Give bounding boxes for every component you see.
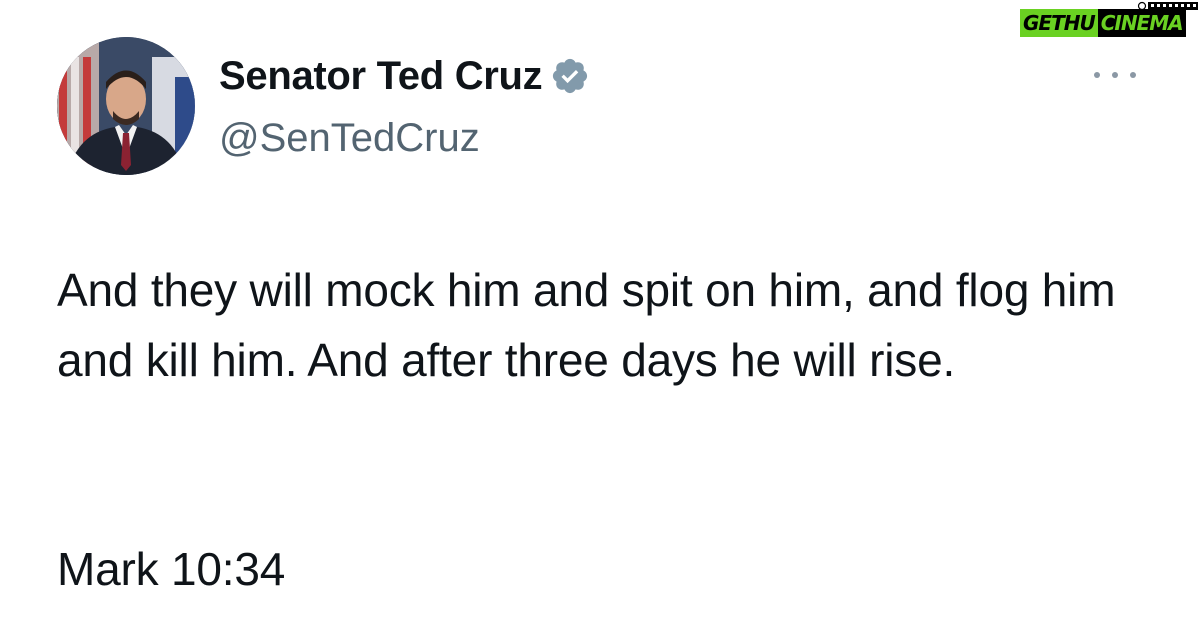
avatar-image [57, 37, 195, 175]
avatar[interactable] [57, 37, 195, 175]
more-dot [1130, 72, 1136, 78]
watermark-text: GETHU CINEMA [1020, 9, 1186, 37]
watermark-part2: CINEMA [1097, 9, 1186, 37]
more-dot [1094, 72, 1100, 78]
watermark-part1: GETHU [1020, 9, 1098, 37]
watermark-logo: GETHU CINEMA [1018, 0, 1198, 46]
more-dot [1112, 72, 1118, 78]
tweet-reference: Mark 10:34 [57, 543, 286, 595]
author-display-name[interactable]: Senator Ted Cruz [219, 52, 590, 100]
author-handle[interactable]: @SenTedCruz [219, 114, 480, 162]
verified-badge-icon[interactable] [550, 56, 590, 96]
more-horizontal-icon[interactable] [1094, 64, 1136, 86]
author-name-text[interactable]: Senator Ted Cruz [219, 52, 543, 100]
tweet-text: And they will mock him and spit on him, … [57, 264, 1116, 386]
